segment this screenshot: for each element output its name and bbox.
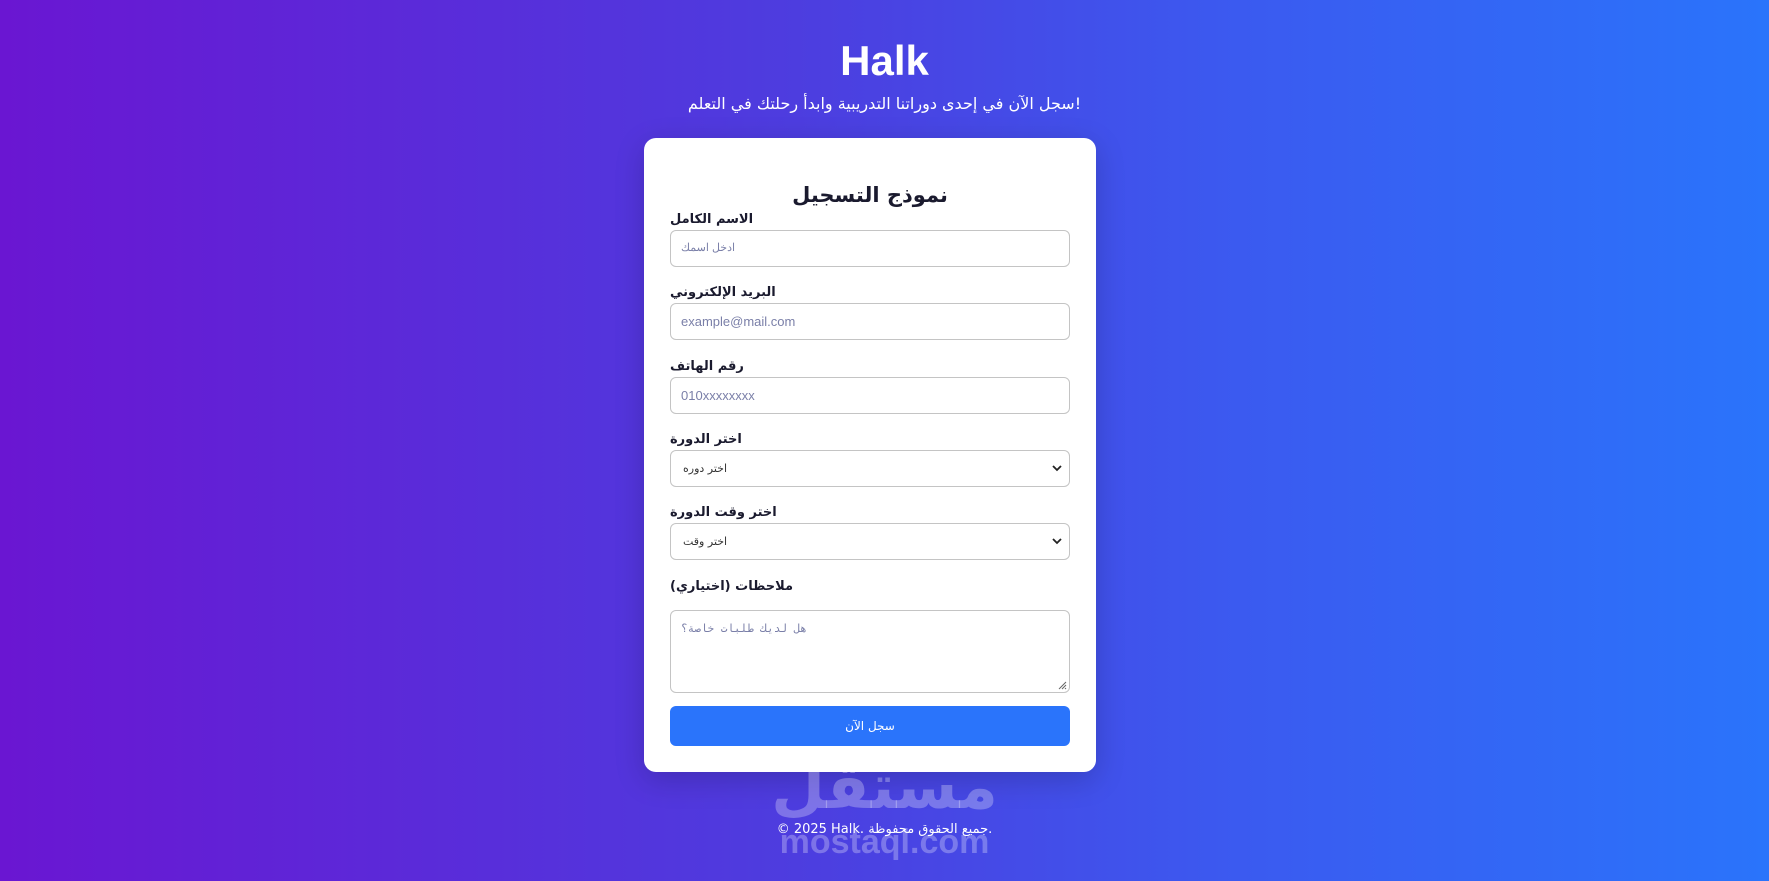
chevron-down-icon — [1052, 465, 1062, 472]
course-time-select[interactable]: اختر وقت — [670, 523, 1070, 560]
email-placeholder: example@mail.com — [681, 314, 796, 329]
registration-card: نموذج التسجيل الاسم الكامل ادخل اسمك الب… — [644, 138, 1096, 772]
watermark-logo-arabic: مستقل — [771, 750, 998, 823]
notes-label: ملاحظات (اختياري) — [670, 579, 794, 594]
full-name-input[interactable]: ادخل اسمك — [670, 230, 1070, 267]
course-time-label: اختر وقت الدورة — [670, 505, 777, 520]
full-name-label: الاسم الكامل — [670, 212, 754, 227]
notes-textarea[interactable]: هل لديك طلبات خاصة؟ — [670, 610, 1070, 693]
phone-input[interactable]: 010xxxxxxxx — [670, 377, 1070, 414]
brand-title: Halk — [840, 37, 929, 84]
notes-placeholder: هل لديك طلبات خاصة؟ — [681, 622, 807, 635]
phone-label: رقم الهاتف — [670, 359, 744, 374]
submit-button[interactable]: سجل الآن — [670, 706, 1070, 746]
footer-copyright: © 2025 Halk. جميع الحقوق محفوظة. — [776, 822, 993, 837]
email-input[interactable]: example@mail.com — [670, 303, 1070, 340]
full-name-placeholder: ادخل اسمك — [681, 242, 736, 254]
email-label: البريد الإلكتروني — [670, 285, 776, 300]
tagline: !سجل الآن في إحدى دوراتنا التدريبية وابد… — [687, 94, 1082, 113]
course-select[interactable]: اختر دوره — [670, 450, 1070, 487]
course-selected-value: اختر دوره — [683, 462, 728, 475]
resize-handle-icon[interactable] — [1057, 680, 1067, 690]
phone-placeholder: 010xxxxxxxx — [681, 388, 755, 403]
form-title: نموذج التسجيل — [792, 183, 948, 207]
course-label: اختر الدورة — [670, 432, 742, 447]
course-time-selected-value: اختر وقت — [683, 535, 728, 548]
chevron-down-icon — [1052, 538, 1062, 545]
